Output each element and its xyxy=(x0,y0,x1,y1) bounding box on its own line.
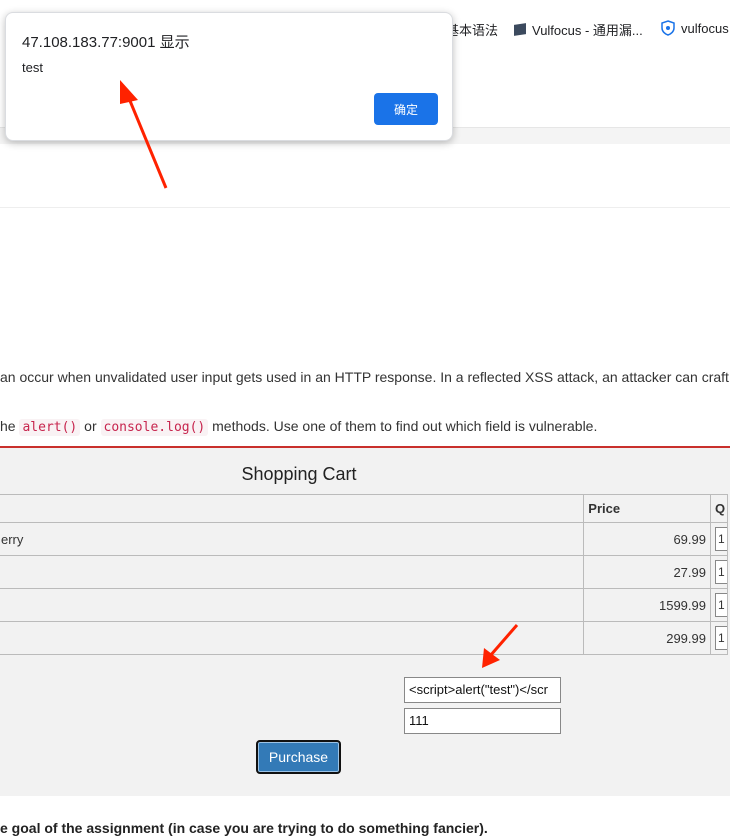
cell-qty: 1 xyxy=(709,555,729,589)
hint-suffix: methods. Use one of them to find out whi… xyxy=(212,418,598,434)
table-row: erry 69.99 1 xyxy=(0,522,729,556)
alert-dialog: 47.108.183.77:9001 显示 test 确定 xyxy=(5,12,453,141)
bookmark-vulfocus[interactable]: vulfocus xyxy=(661,20,729,36)
code-console-log: console.log() xyxy=(100,419,209,436)
dialog-ok-button[interactable]: 确定 xyxy=(374,93,438,125)
hint-or: or xyxy=(84,418,97,434)
cell-item: erry xyxy=(0,522,585,556)
footer-note: e goal of the assignment (in case you ar… xyxy=(0,820,488,836)
cell-item xyxy=(0,555,585,589)
qty-input[interactable]: 1 xyxy=(714,593,727,617)
code-alert: alert() xyxy=(19,419,81,436)
table-header-row: Price Q xyxy=(0,494,729,523)
cell-item xyxy=(0,621,585,655)
hint-paragraph: he alert() or console.log() methods. Use… xyxy=(0,418,598,436)
header-item xyxy=(0,494,585,523)
header-divider xyxy=(0,207,730,208)
cart-table: Price Q erry 69.99 1 27.99 1 1599.99 1 2… xyxy=(0,494,729,655)
shopping-cart-panel: Shopping Cart Price Q erry 69.99 1 27.99… xyxy=(0,446,730,796)
cart-title: Shopping Cart xyxy=(241,464,357,484)
dialog-message: test xyxy=(22,60,43,75)
cell-qty: 1 xyxy=(709,621,729,655)
table-row: 27.99 1 xyxy=(0,555,729,589)
qty-input[interactable]: 1 xyxy=(714,527,727,551)
book-icon xyxy=(514,23,526,36)
intro-paragraph: an occur when unvalidated user input get… xyxy=(0,369,730,385)
cell-price: 69.99 xyxy=(583,522,711,556)
dialog-title: 47.108.183.77:9001 显示 xyxy=(22,34,190,51)
purchase-button[interactable]: Purchase xyxy=(256,740,341,774)
table-row: 1599.99 1 xyxy=(0,588,729,622)
cell-price: 27.99 xyxy=(583,555,711,589)
bookmark-label: Vulfocus - 通用漏... xyxy=(532,23,643,38)
bookmark-label: vulfocus xyxy=(681,20,729,36)
header-price: Price xyxy=(583,494,711,523)
header-qty: Q xyxy=(709,494,729,523)
bookmark-vulfocus-general[interactable]: Vulfocus - 通用漏... xyxy=(514,20,643,39)
table-row: 299.99 1 xyxy=(0,621,729,655)
qty-input[interactable]: 1 xyxy=(714,560,727,584)
access-code-field[interactable]: 111 xyxy=(404,708,561,734)
bookmark-basic-syntax[interactable]: 基本语法 xyxy=(446,20,498,39)
cell-qty: 1 xyxy=(709,522,729,556)
hint-prefix: he xyxy=(0,418,16,434)
bookmark-label: 基本语法 xyxy=(446,23,499,38)
cell-price: 1599.99 xyxy=(583,588,711,622)
cell-item xyxy=(0,588,585,622)
credit-card-field[interactable]: <script>alert("test")</scr xyxy=(404,677,561,703)
cell-price: 299.99 xyxy=(583,621,711,655)
qty-input[interactable]: 1 xyxy=(714,626,727,650)
cell-qty: 1 xyxy=(709,588,729,622)
shield-icon xyxy=(661,20,675,36)
